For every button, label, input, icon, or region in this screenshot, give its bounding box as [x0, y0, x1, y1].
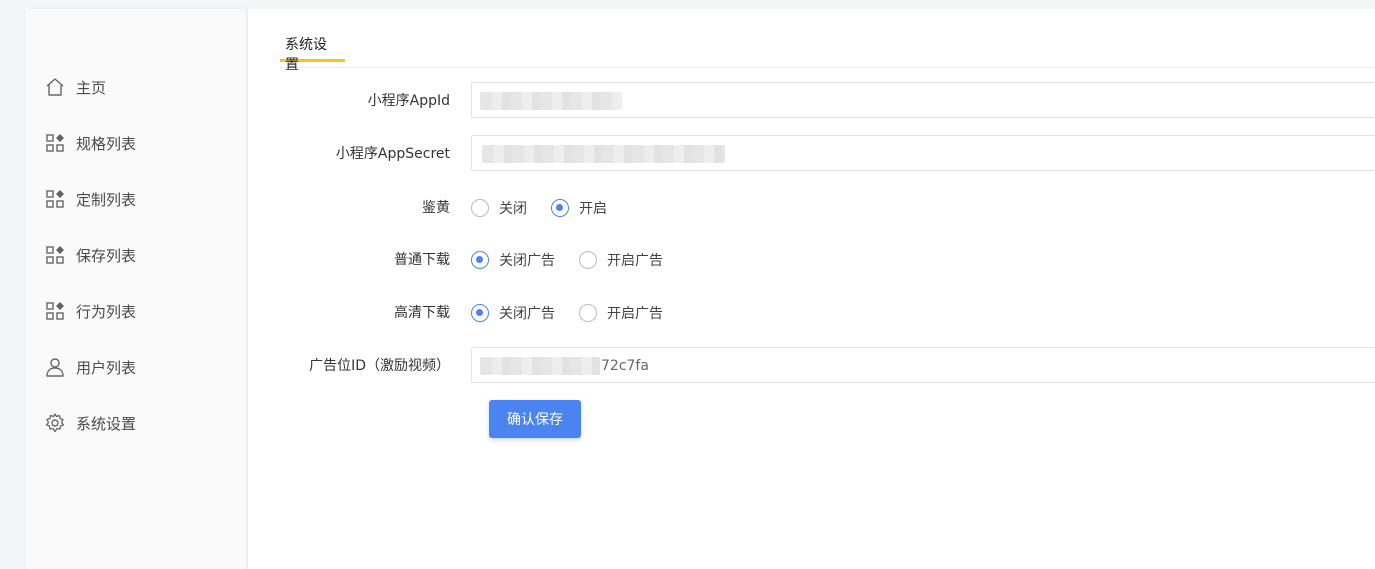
normal-download-radio-ads-on[interactable]: 开启广告	[579, 250, 663, 270]
radio-circle[interactable]	[471, 304, 489, 322]
appsecret-input[interactable]	[471, 135, 1375, 171]
form-row-normal-download: 普通下载 关闭广告 开启广告	[248, 241, 1375, 279]
ad-id-visible-suffix: 72c7fa	[601, 358, 649, 374]
normal-download-radio-group: 关闭广告 开启广告	[471, 241, 687, 279]
grid-icon	[44, 188, 66, 210]
ad-id-label: 广告位ID（激励视频）	[309, 358, 450, 374]
appid-label: 小程序AppId	[367, 93, 450, 109]
radio-label: 开启广告	[607, 253, 663, 269]
appsecret-label: 小程序AppSecret	[335, 146, 450, 162]
form-row-review: 鉴黄 关闭 开启	[248, 189, 1375, 227]
hd-download-radio-ads-off[interactable]: 关闭广告	[471, 303, 555, 323]
radio-circle[interactable]	[471, 251, 489, 269]
hd-download-label: 高清下载	[394, 305, 450, 321]
radio-label: 关闭广告	[499, 306, 555, 322]
review-radio-on[interactable]: 开启	[551, 198, 607, 218]
radio-circle[interactable]	[579, 304, 597, 322]
sidebar-item-label: 行为列表	[76, 302, 137, 321]
radio-label: 关闭	[499, 201, 527, 217]
redacted-value	[480, 357, 600, 375]
sidebar-item-home[interactable]: 主页	[44, 71, 106, 103]
sidebar-item-label: 定制列表	[76, 190, 137, 209]
form-row-ad-id: 广告位ID（激励视频） 72c7fa	[248, 347, 1375, 385]
radio-circle[interactable]	[471, 199, 489, 217]
review-label: 鉴黄	[422, 200, 450, 216]
sidebar: 主页 规格列表 定制列表 保存列表 行为列表 用户列表 系统设置	[26, 9, 246, 569]
hd-download-radio-group: 关闭广告 开启广告	[471, 294, 687, 332]
user-icon	[44, 356, 66, 378]
radio-circle[interactable]	[579, 251, 597, 269]
sidebar-item-behavior-list[interactable]: 行为列表	[44, 295, 136, 327]
main-panel: 系统设置 小程序AppId 小程序AppSecret 鉴黄 关闭 开启 普通下载…	[248, 9, 1375, 569]
gear-icon	[44, 412, 66, 434]
tab-system-settings[interactable]: 系统设置	[280, 31, 345, 73]
appid-input[interactable]	[471, 82, 1375, 118]
tab-bar: 系统设置	[280, 31, 1375, 73]
sidebar-item-spec-list[interactable]: 规格列表	[44, 127, 136, 159]
sidebar-item-label: 保存列表	[76, 246, 137, 265]
grid-icon	[44, 300, 66, 322]
grid-icon	[44, 132, 66, 154]
sidebar-item-save-list[interactable]: 保存列表	[44, 239, 136, 271]
normal-download-label: 普通下载	[394, 252, 450, 268]
sidebar-item-system-settings[interactable]: 系统设置	[44, 407, 136, 439]
grid-icon	[44, 244, 66, 266]
sidebar-item-user-list[interactable]: 用户列表	[44, 351, 136, 383]
sidebar-item-label: 规格列表	[76, 134, 137, 153]
normal-download-radio-ads-off[interactable]: 关闭广告	[471, 250, 555, 270]
sidebar-item-custom-list[interactable]: 定制列表	[44, 183, 136, 215]
radio-label: 开启广告	[607, 306, 663, 322]
form-row-hd-download: 高清下载 关闭广告 开启广告	[248, 294, 1375, 332]
home-icon	[44, 76, 66, 98]
redacted-value	[480, 92, 622, 110]
radio-label: 开启	[579, 201, 607, 217]
radio-label: 关闭广告	[499, 253, 555, 269]
hd-download-radio-ads-on[interactable]: 开启广告	[579, 303, 663, 323]
sidebar-item-label: 系统设置	[76, 414, 137, 433]
radio-circle[interactable]	[551, 199, 569, 217]
form-row-appsecret: 小程序AppSecret	[248, 135, 1375, 173]
sidebar-item-label: 用户列表	[76, 358, 137, 377]
sidebar-item-label: 主页	[76, 78, 107, 97]
form-row-appid: 小程序AppId	[248, 82, 1375, 120]
save-button[interactable]: 确认保存	[489, 400, 581, 438]
review-radio-group: 关闭 开启	[471, 189, 631, 227]
redacted-value	[482, 145, 725, 163]
review-radio-off[interactable]: 关闭	[471, 198, 527, 218]
ad-id-input[interactable]: 72c7fa	[471, 347, 1375, 383]
